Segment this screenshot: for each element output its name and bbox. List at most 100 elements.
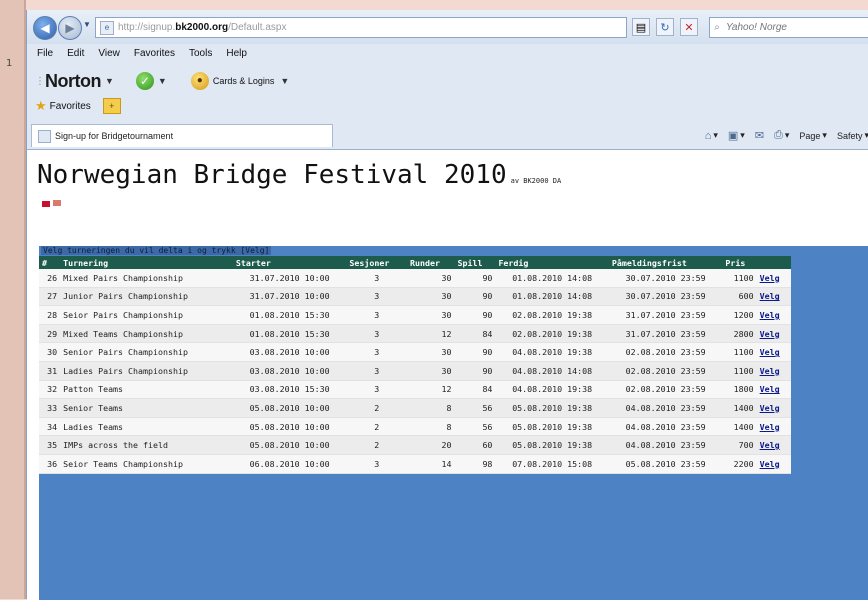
address-tools: ▤ ↻ ✕ — [632, 18, 698, 36]
cell-id: 28 — [39, 305, 61, 325]
search-input[interactable] — [724, 21, 858, 34]
cell-id: 30 — [39, 342, 61, 362]
english-flag-icon[interactable] — [53, 200, 61, 206]
toolbar-grip-icon[interactable]: ⋮ — [35, 76, 45, 87]
cell-start: 03.08.2010 10:00 — [232, 342, 347, 362]
search-icon: ⌕ — [714, 22, 720, 33]
search-bar[interactable]: ⌕ — [709, 17, 868, 38]
table-row: 32 Patton Teams 03.08.2010 15:30 3 12 84 04.08… — [39, 380, 791, 400]
norton-dropdown-icon[interactable]: ▼ — [105, 76, 114, 86]
cell-rounds: 20 — [407, 435, 455, 455]
select-tournament-link[interactable]: Velg — [760, 366, 780, 376]
page-icon: e — [100, 20, 114, 35]
cell-action: Velg — [756, 269, 791, 288]
cell-start: 05.08.2010 10:00 — [232, 435, 347, 455]
cards-icon[interactable]: ● — [190, 72, 209, 90]
cell-rounds: 30 — [407, 269, 455, 288]
norwegian-flag-icon[interactable] — [41, 200, 51, 208]
cell-sessions: 3 — [346, 361, 408, 381]
home-button[interactable]: ⌂ ▾ — [705, 130, 718, 142]
menu-help[interactable]: Help — [226, 48, 247, 66]
stop-icon[interactable]: ✕ — [680, 18, 698, 36]
tournament-panel: Velg turneringen du vil delta i og trykk… — [39, 246, 868, 600]
cell-rounds: 30 — [407, 287, 455, 307]
page-menu-label: Page — [799, 130, 821, 141]
history-dropdown-icon[interactable]: ▼ — [83, 20, 91, 29]
cards-dropdown-icon[interactable]: ▼ — [280, 76, 289, 86]
cell-rounds: 12 — [407, 380, 455, 400]
select-tournament-link[interactable]: Velg — [760, 440, 780, 450]
select-tournament-link[interactable]: Velg — [760, 273, 780, 283]
cell-start: 31.07.2010 10:00 — [232, 287, 347, 307]
cell-price: 1400 — [722, 398, 757, 418]
language-flags — [41, 200, 61, 208]
add-favorite-icon[interactable]: + — [102, 98, 121, 114]
menu-file[interactable]: File — [37, 48, 53, 66]
col-header-sessions: Sesjoner — [346, 256, 408, 269]
tab-signup[interactable]: Sign-up for Bridgetournament — [31, 124, 333, 147]
select-tournament-link[interactable]: Velg — [760, 384, 780, 394]
cell-deadline: 02.08.2010 23:59 — [608, 342, 723, 362]
cell-action: Velg — [756, 361, 791, 381]
back-button[interactable]: ◀ — [33, 16, 57, 40]
cell-sessions: 3 — [346, 380, 408, 400]
page-title-text: Norwegian Bridge Festival 2010 — [37, 160, 507, 190]
forward-button[interactable]: ▶ — [58, 16, 82, 40]
mail-icon: ✉ — [754, 130, 765, 142]
select-tournament-link[interactable]: Velg — [760, 310, 780, 320]
cell-boards: 90 — [454, 269, 496, 288]
back-arrow-icon: ◀ — [40, 21, 50, 35]
col-header-boards: Spill — [454, 256, 496, 269]
cell-start: 06.08.2010 10:00 — [232, 454, 347, 474]
command-bar: ⌂ ▾ ▣ ▾ ✉ ⎙ ▾ Page ▾ Safety ▾ — [705, 129, 868, 142]
check-dropdown-icon[interactable]: ▼ — [158, 76, 167, 86]
mail-button[interactable]: ✉ — [755, 129, 764, 142]
strip-mark: 1 — [6, 58, 13, 69]
page-menu-button[interactable]: Page ▾ — [799, 130, 827, 141]
feeds-button[interactable]: ▣ ▾ — [728, 129, 745, 142]
table-row: 36 Seior Teams Championship 06.08.2010 10:… — [39, 454, 791, 474]
check-icon[interactable]: ✓ — [135, 72, 154, 90]
menu-edit[interactable]: Edit — [67, 48, 84, 66]
cell-start: 01.08.2010 15:30 — [232, 324, 347, 344]
col-header-name: Turnering — [60, 256, 233, 269]
menu-tools[interactable]: Tools — [189, 48, 212, 66]
norton-logo[interactable]: Norton — [45, 71, 101, 92]
table-row: 34 Ladies Teams 05.08.2010 10:00 2 8 56 05.08.… — [39, 417, 791, 437]
cell-start: 05.08.2010 10:00 — [232, 398, 347, 418]
cell-deadline: 30.07.2010 23:59 — [608, 269, 723, 288]
cell-id: 33 — [39, 398, 61, 418]
favorites-button[interactable]: Favorites — [50, 101, 91, 112]
cell-end: 04.08.2010 14:08 — [495, 361, 609, 381]
select-tournament-link[interactable]: Velg — [760, 291, 780, 301]
print-button[interactable]: ⎙ ▾ — [774, 129, 789, 142]
select-tournament-link[interactable]: Velg — [760, 347, 780, 357]
cards-logins-button[interactable]: Cards & Logins — [213, 76, 275, 86]
cell-action: Velg — [756, 398, 791, 418]
cell-sessions: 2 — [346, 417, 408, 437]
cell-name: Junior Pairs Championship — [60, 287, 233, 307]
cell-sessions: 2 — [346, 435, 408, 455]
select-tournament-link[interactable]: Velg — [760, 422, 780, 432]
safety-menu-button[interactable]: Safety ▾ — [837, 130, 868, 141]
select-tournament-link[interactable]: Velg — [760, 403, 780, 413]
address-bar[interactable]: e http://signup. bk2000.org/Default.aspx — [95, 17, 627, 38]
menu-favorites[interactable]: Favorites — [134, 48, 175, 66]
cell-deadline: 02.08.2010 23:59 — [608, 380, 723, 400]
table-row: 30 Senior Pairs Championship 03.08.2010 10… — [39, 342, 791, 362]
cell-action: Velg — [756, 305, 791, 325]
cell-action: Velg — [756, 454, 791, 474]
select-tournament-link[interactable]: Velg — [760, 329, 780, 339]
cell-boards: 90 — [454, 305, 496, 325]
cell-name: Seior Pairs Championship — [60, 305, 233, 325]
cell-action: Velg — [756, 287, 791, 307]
refresh-icon[interactable]: ↻ — [656, 18, 674, 36]
cell-rounds: 8 — [407, 417, 455, 437]
cell-start: 01.08.2010 15:30 — [232, 305, 347, 325]
select-tournament-link[interactable]: Velg — [760, 459, 780, 469]
cell-boards: 84 — [454, 324, 496, 344]
safety-menu-label: Safety — [836, 130, 863, 141]
feeds-icon: ▣ — [727, 130, 739, 142]
compatibility-icon[interactable]: ▤ — [632, 18, 650, 36]
menu-view[interactable]: View — [98, 48, 120, 66]
